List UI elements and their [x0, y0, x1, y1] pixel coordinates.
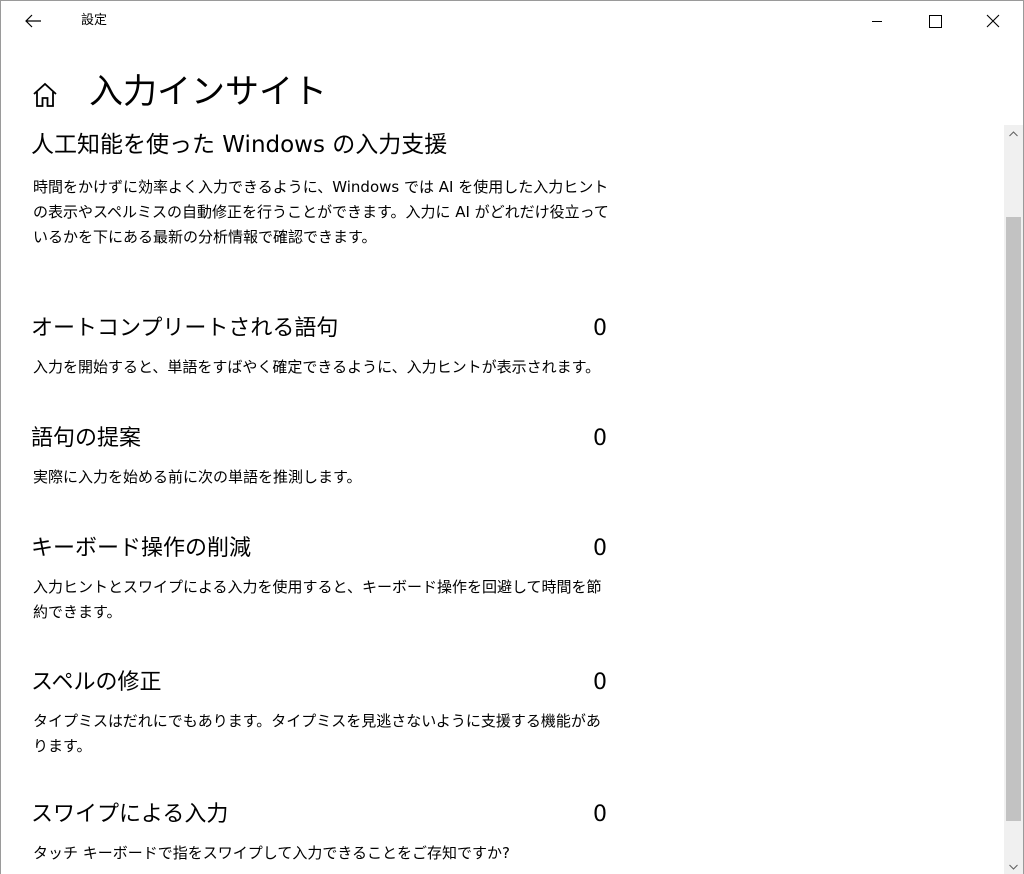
app-title: 設定: [81, 13, 108, 28]
close-button[interactable]: [964, 1, 1022, 41]
chevron-down-icon: [1009, 864, 1018, 870]
stat-value: 0: [593, 802, 607, 827]
scroll-up-button[interactable]: [1004, 125, 1023, 142]
stat-description: タイプミスはだれにでもあります。タイプミスを見逃さないように支援する機能がありま…: [33, 712, 601, 755]
stat-description: 実際に入力を始める前に次の単語を推測します。: [33, 468, 362, 486]
back-arrow-icon: [25, 14, 41, 28]
stat-description: 入力ヒントとスワイプによる入力を使用すると、キーボード操作を回避して時間を節約で…: [33, 578, 602, 621]
chevron-up-icon: [1009, 130, 1018, 136]
settings-window: 設定 入力インサイト 人工知能を使った Windows の入力支援 時間をかけず…: [0, 0, 1024, 874]
scrollbar-thumb[interactable]: [1006, 217, 1021, 821]
stat-label: キーボード操作の削減: [31, 536, 252, 561]
home-icon[interactable]: [31, 81, 59, 109]
stat-label: スペルの修正: [31, 670, 162, 695]
stat-description: タッチ キーボードで指をスワイプして入力できることをご存知ですか?: [33, 844, 510, 862]
stat-description: 入力を開始すると、単語をすばやく確定できるように、入力ヒントが表示されます。: [33, 358, 601, 376]
scroll-down-button[interactable]: [1004, 858, 1023, 874]
stat-value: 0: [593, 316, 607, 341]
maximize-icon: [928, 14, 942, 28]
close-icon: [986, 14, 1000, 28]
stat-value: 0: [593, 426, 607, 451]
title-bar: 設定: [1, 1, 1023, 41]
minimize-button[interactable]: [848, 1, 906, 41]
maximize-button[interactable]: [906, 1, 964, 41]
stat-value: 0: [593, 536, 607, 561]
section-subheading: 人工知能を使った Windows の入力支援: [31, 132, 448, 158]
page-title: 入力インサイト: [89, 72, 327, 112]
stat-value: 0: [593, 670, 607, 695]
back-button[interactable]: [1, 1, 65, 41]
stat-label: 語句の提案: [31, 426, 142, 451]
stat-label: オートコンプリートされる語句: [31, 316, 339, 341]
minimize-icon: [872, 21, 882, 22]
stat-label: スワイプによる入力: [31, 802, 229, 827]
intro-text: 時間をかけずに効率よく入力できるように、Windows では AI を使用した入…: [33, 178, 609, 246]
vertical-scrollbar[interactable]: [1004, 125, 1023, 874]
